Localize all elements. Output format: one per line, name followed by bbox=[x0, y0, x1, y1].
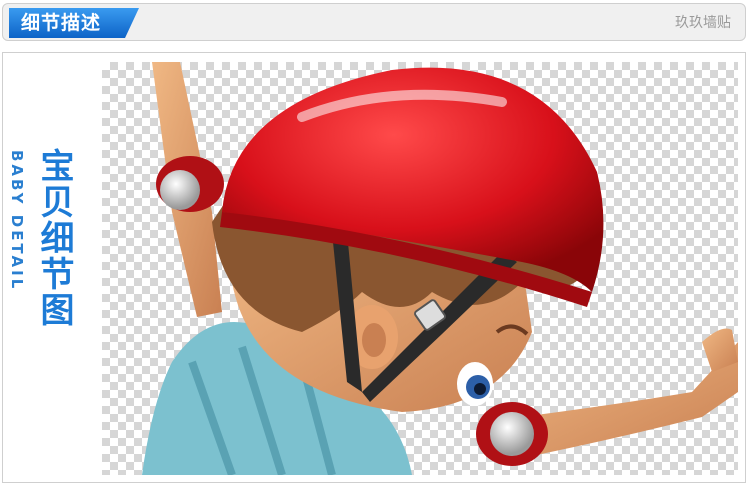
side-title-en-text: BABY DETAIL bbox=[8, 150, 26, 292]
side-title-cn: 宝贝细节图 bbox=[34, 148, 74, 328]
section-header: 细节描述 玖玖墙贴 bbox=[2, 3, 746, 41]
header-tab: 细节描述 bbox=[9, 8, 139, 38]
product-detail-image bbox=[102, 62, 738, 475]
boy-helmet-illustration bbox=[142, 62, 738, 475]
brand-name: 玖玖墙贴 bbox=[675, 15, 731, 31]
header-title: 细节描述 bbox=[21, 12, 102, 34]
side-title-en: BABY DETAIL bbox=[6, 150, 28, 390]
